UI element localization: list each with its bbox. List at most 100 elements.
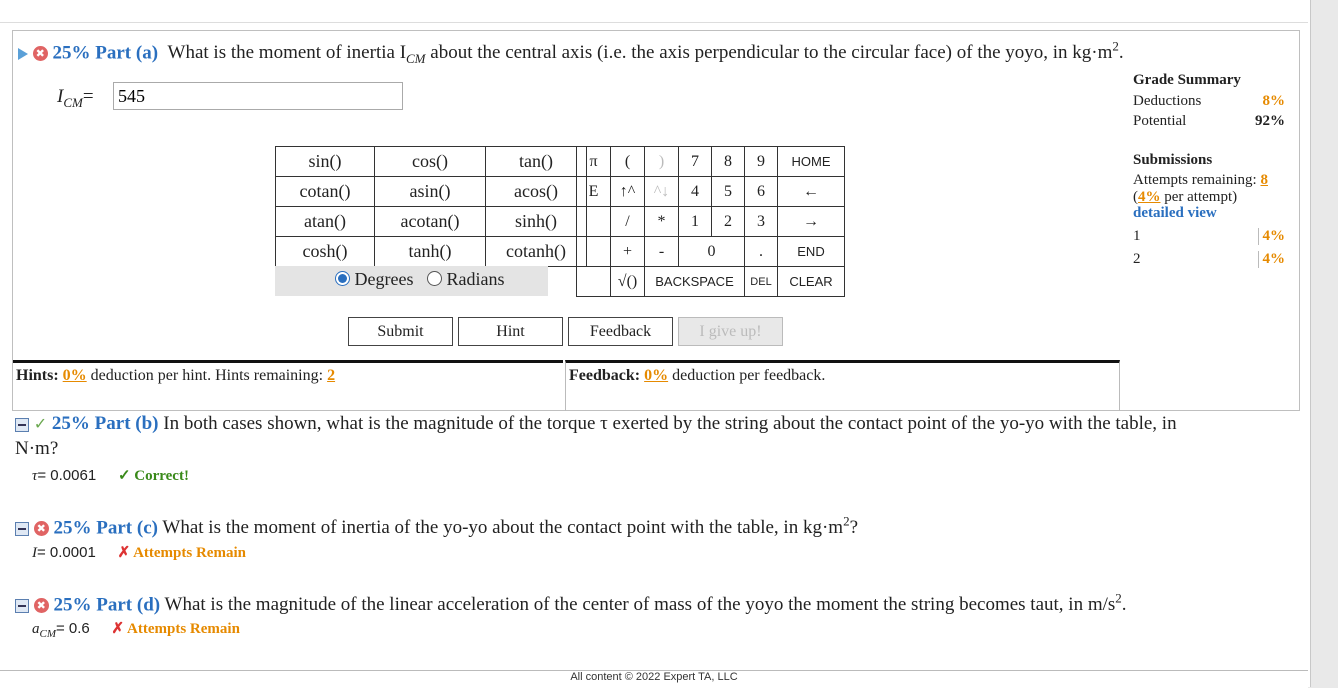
submit-button[interactable]: Submit: [348, 317, 453, 346]
radians-radio[interactable]: [426, 271, 442, 286]
key-blank-1: [576, 206, 611, 237]
keypad: π ( ) 7 8 9 HOME E ↑^ ^↓ 4 5 6 ← / * 1 2…: [576, 146, 845, 297]
give-up-button: I give up!: [678, 317, 783, 346]
key-sqrt[interactable]: √(): [610, 266, 645, 297]
key-1[interactable]: 1: [678, 206, 712, 237]
fn-cos[interactable]: cos(): [374, 146, 486, 177]
attempts-remain-status: Attempts Remain: [133, 545, 246, 561]
part-a-question: ✖ 25% Part (a) What is the moment of ine…: [18, 39, 1124, 67]
key-superscript[interactable]: ↑^: [610, 176, 645, 207]
fn-asin[interactable]: asin(): [374, 176, 486, 207]
key-0[interactable]: 0: [678, 236, 745, 267]
play-icon[interactable]: [18, 47, 28, 60]
key-divide[interactable]: /: [610, 206, 645, 237]
collapse-icon[interactable]: [15, 598, 29, 613]
degrees-label: Degrees: [354, 269, 414, 289]
per-attempt-pct: 4%: [1138, 189, 1161, 205]
key-5[interactable]: 5: [711, 176, 745, 207]
feedback-label: Feedback:: [569, 367, 641, 384]
submission-row-number: 1: [1133, 228, 1141, 244]
key-blank-2: [576, 236, 611, 267]
hint-button[interactable]: Hint: [458, 317, 563, 346]
answer-input[interactable]: [113, 82, 403, 110]
submission-row-pct: 4%: [1257, 228, 1285, 245]
top-divider: [0, 0, 1308, 23]
fn-tan[interactable]: tan(): [485, 146, 587, 177]
key-clear[interactable]: CLEAR: [777, 266, 845, 297]
key-9[interactable]: 9: [744, 146, 778, 177]
key-left-arrow[interactable]: ←: [777, 176, 845, 207]
potential-value: 92%: [1255, 113, 1285, 129]
fn-sin[interactable]: sin(): [275, 146, 375, 177]
hints-text: deduction per hint. Hints remaining:: [90, 367, 324, 384]
key-4[interactable]: 4: [678, 176, 712, 207]
fn-sinh[interactable]: sinh(): [485, 206, 587, 237]
feedback-button[interactable]: Feedback: [568, 317, 673, 346]
hints-pct: 0%: [62, 367, 87, 384]
radians-label: Radians: [446, 269, 505, 289]
attempts-label: Attempts remaining:: [1133, 172, 1257, 188]
key-2[interactable]: 2: [711, 206, 745, 237]
fn-cotan[interactable]: cotan(): [275, 176, 375, 207]
grade-summary: Grade Summary Deductions 8% Potential 92…: [1133, 72, 1285, 268]
collapse-icon[interactable]: [15, 521, 29, 536]
part-d-question: ✖ 25% Part (d) What is the magnitude of …: [15, 591, 1127, 616]
feedback-panel: Feedback: 0% deduction per feedback.: [565, 360, 1120, 411]
key-pi[interactable]: π: [576, 146, 611, 177]
key-close-paren[interactable]: ): [644, 146, 679, 177]
hints-remaining: 2: [327, 367, 336, 384]
key-8[interactable]: 8: [711, 146, 745, 177]
fn-cotanh[interactable]: cotanh(): [485, 236, 587, 267]
part-a-percent: 25%: [52, 42, 91, 64]
part-a-text: What is the moment of inertia ICM about …: [167, 39, 1124, 67]
part-c-question: ✖ 25% Part (c) What is the moment of ine…: [15, 514, 858, 539]
key-plus[interactable]: +: [610, 236, 645, 267]
part-b-text: In both cases shown, what is the magnitu…: [163, 413, 1177, 434]
part-c-text: What is the moment of inertia of the yo-…: [162, 514, 858, 539]
key-3[interactable]: 3: [744, 206, 778, 237]
part-d-percent: 25%: [53, 594, 92, 616]
fn-acotan[interactable]: acotan(): [374, 206, 486, 237]
detailed-view-link[interactable]: detailed view: [1133, 205, 1285, 222]
fn-tanh[interactable]: tanh(): [374, 236, 486, 267]
attempts-remain-status: Attempts Remain: [127, 621, 240, 637]
key-decimal[interactable]: .: [744, 236, 778, 267]
fn-cosh[interactable]: cosh(): [275, 236, 375, 267]
key-home[interactable]: HOME: [777, 146, 845, 177]
fn-atan[interactable]: atan(): [275, 206, 375, 237]
key-e[interactable]: E: [576, 176, 611, 207]
angle-mode: Degrees Radians: [275, 266, 548, 296]
key-end[interactable]: END: [777, 236, 845, 267]
fn-acos[interactable]: acos(): [485, 176, 587, 207]
feedback-pct: 0%: [644, 367, 669, 384]
submission-row-pct: 4%: [1257, 251, 1285, 268]
correct-status: Correct!: [134, 468, 189, 484]
key-6[interactable]: 6: [744, 176, 778, 207]
key-right-arrow[interactable]: →: [777, 206, 845, 237]
collapse-icon[interactable]: [15, 417, 29, 432]
part-b-label: Part (b): [94, 413, 159, 434]
deductions-value: 8%: [1262, 93, 1286, 109]
submission-row-number: 2: [1133, 251, 1141, 267]
key-open-paren[interactable]: (: [610, 146, 645, 177]
part-d-answer: aCM= 0.6 ✗ Attempts Remain: [32, 620, 240, 640]
hints-label: Hints:: [16, 367, 59, 384]
key-7[interactable]: 7: [678, 146, 712, 177]
incorrect-icon: ✖: [33, 521, 49, 537]
part-b-percent: 25%: [51, 413, 90, 434]
key-minus[interactable]: -: [644, 236, 679, 267]
per-attempt-text: per attempt): [1164, 189, 1238, 205]
part-a-label: Part (a): [95, 42, 159, 64]
degrees-radio[interactable]: [335, 271, 350, 286]
key-del[interactable]: DEL: [744, 266, 778, 297]
key-multiply[interactable]: *: [644, 206, 679, 237]
grade-summary-title: Grade Summary: [1133, 72, 1241, 88]
deductions-label: Deductions: [1133, 93, 1202, 109]
part-c-answer: I= 0.0001 ✗ Attempts Remain: [32, 544, 246, 561]
part-d-text: What is the magnitude of the linear acce…: [164, 591, 1127, 616]
part-b-question-line2: N·m?: [15, 438, 59, 459]
key-blank-3: [576, 266, 611, 297]
key-backspace[interactable]: BACKSPACE: [644, 266, 745, 297]
footer: All content © 2022 Expert TA, LLC: [0, 670, 1308, 688]
key-subscript[interactable]: ^↓: [644, 176, 679, 207]
